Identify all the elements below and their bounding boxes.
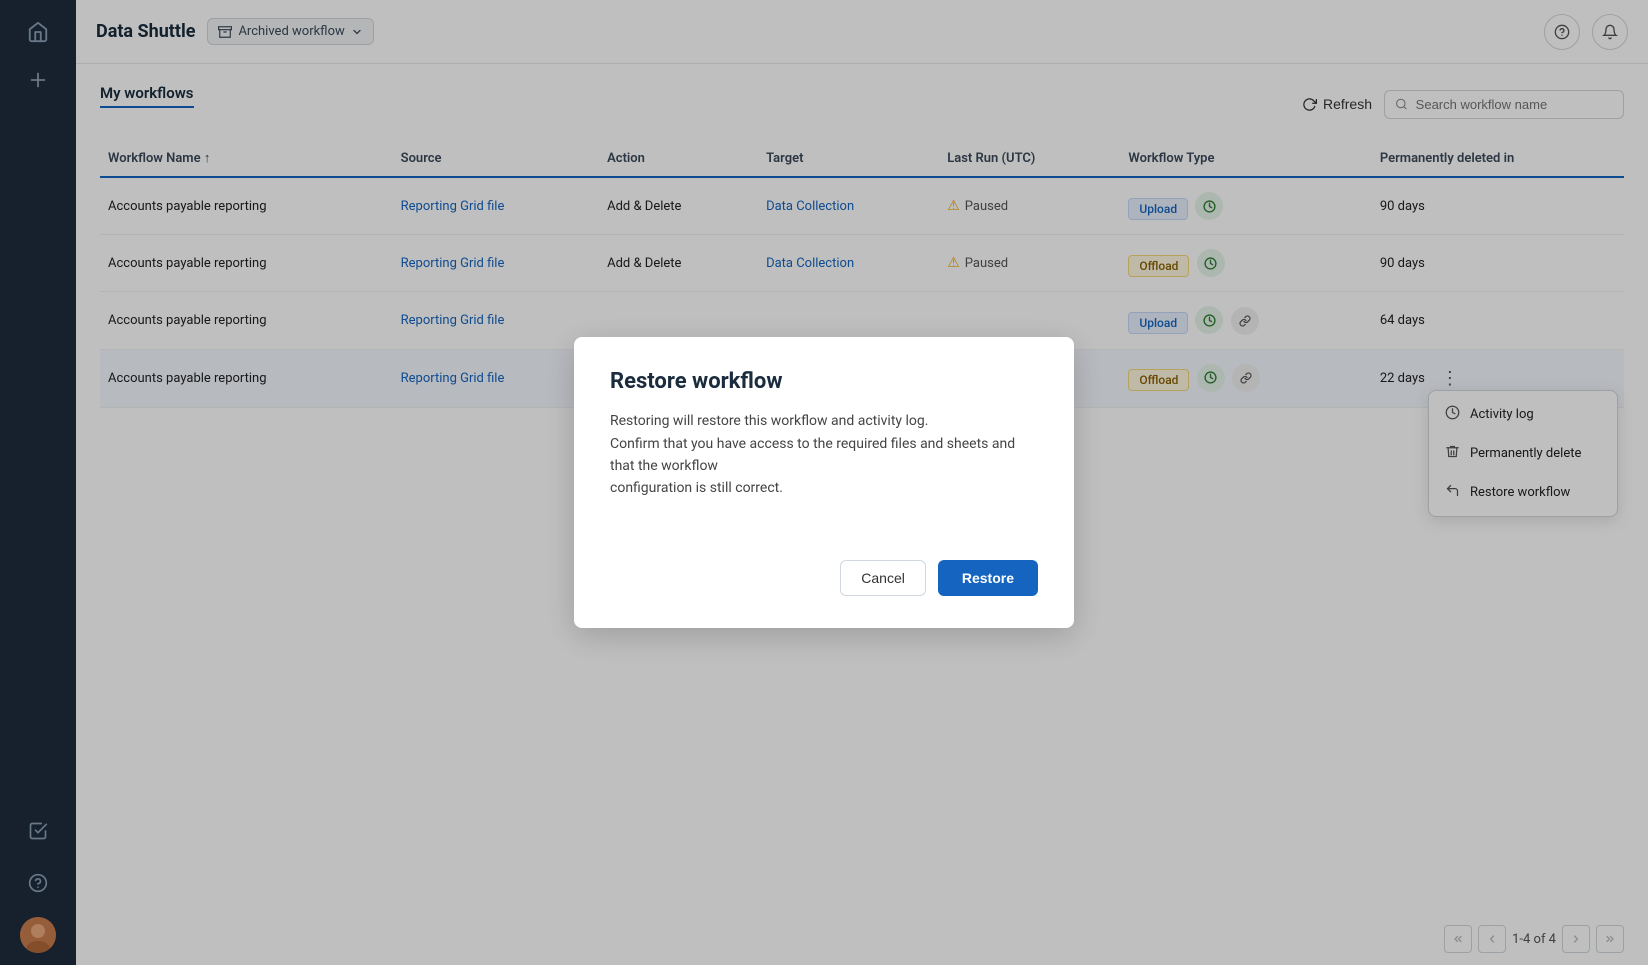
modal-body: Restoring will restore this workflow and… [610,410,1038,500]
modal-title: Restore workflow [610,369,1038,394]
modal-overlay: Restore workflow Restoring will restore … [0,0,1648,965]
restore-button[interactable]: Restore [938,560,1038,596]
restore-workflow-modal: Restore workflow Restoring will restore … [574,337,1074,628]
cancel-button[interactable]: Cancel [840,560,926,596]
modal-actions: Cancel Restore [610,560,1038,596]
